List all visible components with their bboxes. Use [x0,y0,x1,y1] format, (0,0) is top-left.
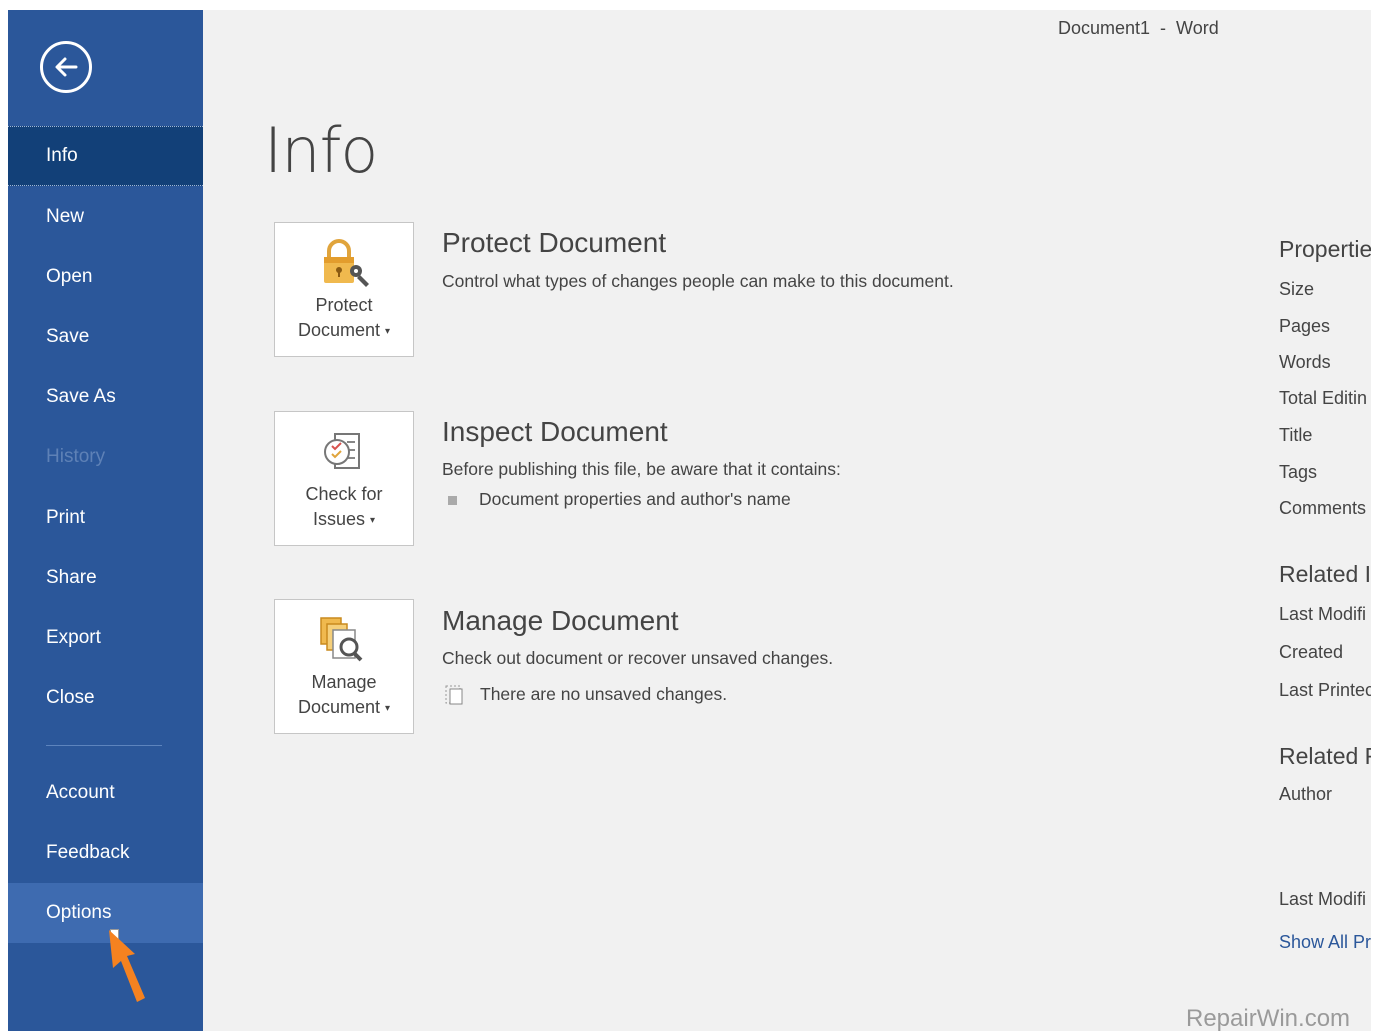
dropdown-caret-icon: ▾ [385,702,391,714]
inspect-bullet-item: Document properties and author's name [448,489,791,510]
sidebar-item-save[interactable]: Save [8,307,203,367]
check-for-issues-button[interactable]: Check for Issues ▾ [274,411,414,546]
protect-tile-label-line1: Protect [315,295,373,315]
sidebar-divider [46,745,162,746]
sidebar-item-export[interactable]: Export [8,608,203,668]
sidebar-item-share[interactable]: Share [8,548,203,608]
sidebar-item-close[interactable]: Close [8,668,203,728]
property-words-label: Words [1279,352,1331,372]
manage-document-title: Manage Document [442,605,679,636]
dropdown-caret-icon: ▾ [385,325,391,337]
back-button[interactable] [40,41,92,93]
manage-document-button[interactable]: Manage Document ▾ [274,599,414,734]
sidebar-item-print[interactable]: Print [8,488,203,548]
inspect-tile-label-line2: Issues [312,509,365,529]
sidebar-item-save-as[interactable]: Save As [8,367,203,427]
inspect-bullet-text: Document properties and author's name [479,489,791,509]
protect-tile-label-line2: Document [297,320,380,340]
window-title: Document1 - Word [1058,18,1219,38]
related-dates-heading: Related I [1279,561,1371,587]
property-total-editing-label: Total Editin [1279,388,1368,408]
properties-heading[interactable]: Propertie [1279,236,1371,263]
show-all-properties-link[interactable]: Show All Pr [1279,932,1371,953]
manage-tile-label-line2: Document [297,697,380,717]
inspect-checklist-icon [324,433,360,469]
dropdown-caret-icon: ▾ [370,514,376,526]
backstage-window: Info New Open Save Save As History Print… [8,10,1371,1031]
manage-document-icon [320,617,363,662]
sidebar-item-new[interactable]: New [8,187,203,247]
page-title: Info [264,114,378,187]
property-last-modified-label: Last Modifi [1279,604,1367,624]
manage-status-text: There are no unsaved changes. [480,684,728,704]
manage-document-description: Check out document or recover unsaved ch… [442,648,834,668]
sidebar-item-feedback[interactable]: Feedback [8,823,203,883]
property-pages-label: Pages [1279,316,1331,336]
inspect-document-description: Before publishing this file, be aware th… [442,459,841,479]
protect-document-description: Control what types of changes people can… [442,271,954,291]
property-tags-label: Tags [1279,462,1318,482]
unsaved-doc-icon [445,685,463,705]
lock-key-icon [324,239,369,287]
back-arrow-icon [55,57,78,77]
backstage-sidebar: Info New Open Save Save As History Print… [8,10,203,1031]
inspect-tile-label-line1: Check for [305,484,383,504]
related-people-heading: Related F [1279,743,1371,769]
property-last-printed-label: Last Printec [1279,680,1371,700]
protect-document-title: Protect Document [442,227,667,258]
inspect-document-title: Inspect Document [442,416,668,447]
pointer-arrow-icon [109,930,145,1002]
sidebar-item-open[interactable]: Open [8,247,203,307]
property-comments-label: Comments [1279,498,1367,518]
watermark: RepairWin.com [1186,1005,1351,1031]
sidebar-item-info[interactable]: Info [8,126,203,186]
sidebar-item-account[interactable]: Account [8,763,203,823]
property-author-label: Author [1279,784,1333,804]
bullet-square-icon [448,495,457,505]
manage-tile-label-line1: Manage [311,672,377,692]
protect-document-button[interactable]: Protect Document ▾ [274,222,414,357]
property-title-label: Title [1279,425,1313,445]
manage-status-item: There are no unsaved changes. [444,684,727,706]
property-created-label: Created [1279,642,1344,662]
property-size-label: Size [1279,279,1315,299]
sidebar-item-history: History [46,446,106,467]
property-last-modified-by-label: Last Modifi [1279,889,1367,909]
